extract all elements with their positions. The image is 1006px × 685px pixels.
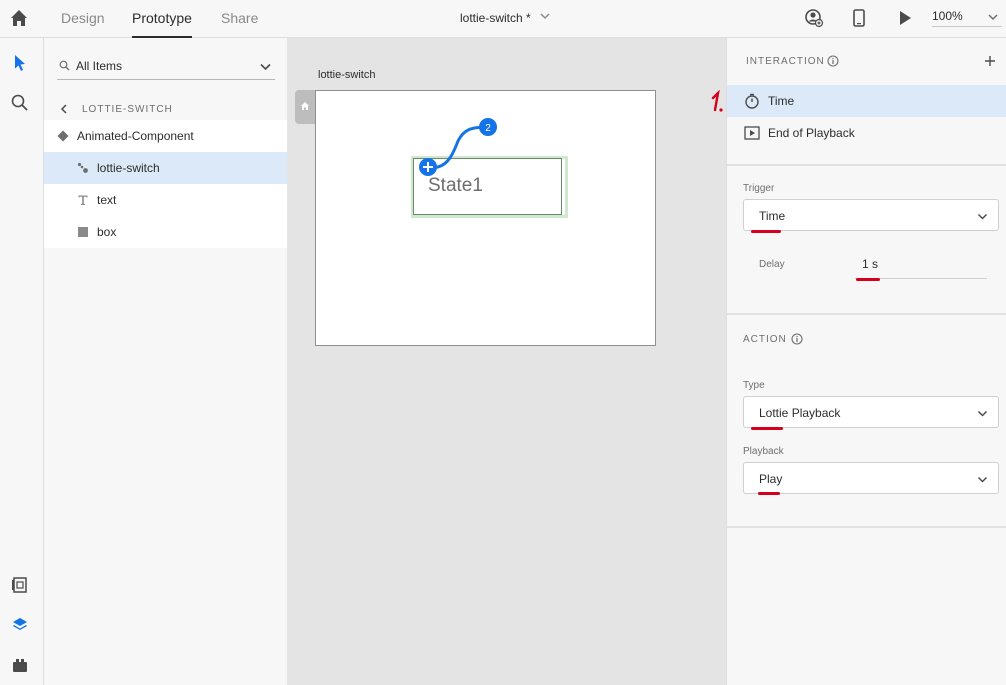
text-icon (78, 195, 88, 205)
layer-item-text[interactable]: text (44, 184, 287, 216)
interaction-label: End of Playback (768, 126, 855, 140)
layers-panel: All Items LOTTIE-SWITCH Animated-Compone… (44, 38, 287, 685)
playback-value: Play (759, 472, 783, 486)
lottie-icon (77, 162, 88, 173)
annotation-underline (751, 427, 783, 430)
chevron-down-icon (977, 410, 988, 417)
section-divider (727, 164, 1006, 166)
search-icon (59, 60, 70, 71)
left-toolbar (0, 38, 44, 685)
delay-label: Delay (759, 259, 785, 270)
action-type-value: Lottie Playback (759, 406, 841, 420)
chevron-down-icon (260, 63, 271, 71)
tab-share[interactable]: Share (221, 10, 258, 38)
layer-name: Animated-Component (77, 129, 194, 143)
plugins-icon[interactable] (10, 655, 30, 675)
layers-icon[interactable] (10, 615, 30, 635)
annotation-underline (751, 230, 781, 233)
wire-badge-number: 2 (485, 123, 491, 134)
playback-icon (744, 126, 760, 140)
trigger-select[interactable]: Time (743, 199, 999, 231)
info-icon[interactable] (827, 55, 839, 67)
annotation-underline (758, 492, 780, 495)
breadcrumb-label: LOTTIE-SWITCH (82, 104, 173, 115)
interaction-section-title: INTERACTION (746, 56, 825, 67)
layer-name: box (97, 225, 117, 239)
chevron-down-icon[interactable] (540, 11, 550, 21)
trigger-label: Trigger (743, 183, 775, 194)
component-icon (57, 130, 69, 142)
top-bar: Design Prototype Share lottie-switch * 1… (0, 0, 1006, 38)
document-title[interactable]: lottie-switch * (460, 11, 531, 25)
zoom-value: 100% (932, 9, 963, 23)
annotation-number (711, 90, 723, 112)
home-icon[interactable] (8, 7, 30, 29)
device-preview-icon[interactable] (849, 8, 869, 28)
layer-filter-value: All Items (76, 59, 123, 73)
playback-label: Playback (743, 446, 784, 457)
layer-item-box[interactable]: box (44, 216, 287, 248)
chevron-down-icon (977, 213, 988, 220)
playback-select[interactable]: Play (743, 462, 999, 494)
delay-value-input[interactable]: 1 s (862, 257, 878, 271)
add-interaction-icon[interactable] (984, 55, 996, 67)
home-artboard-tab[interactable] (295, 90, 315, 124)
action-type-select[interactable]: Lottie Playback (743, 396, 999, 428)
annotation-underline (856, 278, 880, 281)
zoom-search-icon[interactable] (10, 93, 30, 113)
layer-list: Animated-Component lottie-switch text bo… (44, 120, 287, 248)
trigger-value: Time (759, 209, 786, 223)
interaction-item-end-of-playback[interactable]: End of Playback (727, 117, 1006, 149)
layer-item-animated-component[interactable]: Animated-Component (44, 120, 287, 152)
rectangle-icon (78, 227, 88, 237)
layer-item-lottie-switch[interactable]: lottie-switch (44, 152, 287, 184)
properties-panel: INTERACTION Time End of Playback Trigger… (726, 38, 1006, 685)
interaction-item-time[interactable]: Time (727, 85, 1006, 117)
play-icon[interactable] (895, 8, 915, 28)
interaction-label: Time (768, 94, 795, 108)
artboard[interactable]: State1 2 (315, 90, 656, 346)
zoom-select[interactable]: 100% (932, 9, 1002, 27)
user-share-icon[interactable] (804, 8, 824, 28)
chevron-down-icon (977, 476, 988, 483)
home-icon (301, 102, 309, 110)
chevron-left-icon[interactable] (60, 104, 68, 114)
info-icon[interactable] (791, 333, 803, 345)
document-assets-icon[interactable] (10, 575, 30, 595)
section-divider (727, 526, 1006, 528)
action-section-title: ACTION (743, 334, 787, 345)
artboard-label[interactable]: lottie-switch (318, 69, 375, 81)
prototype-wire: 2 (419, 118, 497, 176)
layer-name: text (97, 193, 117, 207)
layer-filter-select[interactable]: All Items (57, 54, 275, 80)
select-arrow-icon[interactable] (10, 53, 30, 73)
layer-name: lottie-switch (97, 161, 160, 175)
section-divider (727, 313, 1006, 315)
tab-prototype[interactable]: Prototype (132, 10, 192, 38)
wire-add-handle[interactable] (419, 158, 437, 176)
canvas[interactable]: lottie-switch State1 2 (287, 38, 726, 685)
tab-design[interactable]: Design (61, 10, 105, 38)
type-label: Type (743, 380, 765, 391)
stopwatch-icon (745, 93, 759, 109)
chevron-down-icon (988, 14, 998, 21)
